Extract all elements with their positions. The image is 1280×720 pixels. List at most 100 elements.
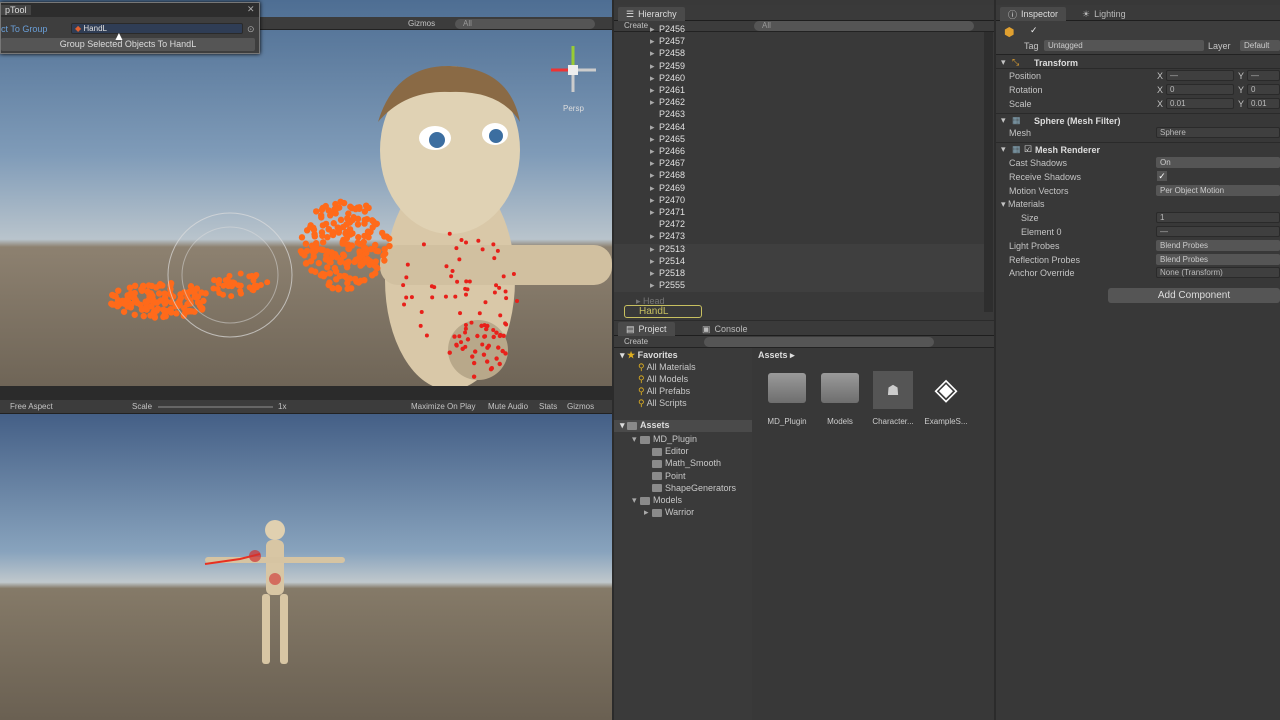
asset-tree-item[interactable]: Editor (644, 446, 689, 456)
meshrenderer-header[interactable]: ▾ ▦ ☑ Mesh Renderer (996, 142, 1280, 155)
tab-lighting[interactable]: ☀ Lighting (1074, 7, 1134, 21)
active-checkbox[interactable]: ✓ (1030, 25, 1038, 36)
hierarchy-scrollbar[interactable] (984, 32, 993, 312)
favorite-item[interactable]: ⚲ All Materials (638, 362, 696, 373)
scale-x-field[interactable]: 0.01 (1166, 98, 1234, 109)
hierarchy-item[interactable]: ▸ P2513 (614, 243, 984, 256)
hierarchy-item[interactable]: ▸ P2457 (614, 36, 984, 48)
reflection-probes-dropdown[interactable]: Blend Probes (1156, 254, 1280, 265)
expand-arrow-icon[interactable]: ▸ (650, 268, 655, 279)
expand-arrow-icon[interactable]: ▸ (650, 280, 655, 291)
hierarchy-item[interactable]: ▸ P2465 (614, 134, 984, 146)
expand-arrow-icon[interactable]: ▸ (650, 24, 655, 35)
scene-view[interactable]: Gizmos All Persp (0, 0, 612, 386)
hierarchy-item[interactable]: ▸ P2470 (614, 195, 984, 207)
expand-arrow-icon[interactable]: ▸ (650, 146, 655, 157)
expand-arrow-icon[interactable]: ▸ (650, 183, 655, 194)
persp-label[interactable]: Persp (563, 104, 584, 113)
project-breadcrumb[interactable]: Assets ▸ (758, 350, 795, 361)
scene-gizmos-button[interactable]: Gizmos (408, 19, 435, 28)
hierarchy-item[interactable]: ▸ P2464 (614, 122, 984, 134)
expand-arrow-icon[interactable]: ▸ (650, 195, 655, 206)
scale-slider[interactable] (158, 406, 273, 408)
mesh-field[interactable]: Sphere (1156, 127, 1280, 138)
scene-search-input[interactable]: All (455, 19, 595, 29)
expand-arrow-icon[interactable]: ▸ (650, 122, 655, 133)
tool-window-titlebar[interactable]: pTool ✕ (1, 3, 259, 17)
project-search-input[interactable] (704, 337, 934, 347)
hierarchy-item[interactable]: ▸ P2460 (614, 73, 984, 85)
expand-arrow-icon[interactable]: ▸ (650, 97, 655, 108)
tool-window[interactable]: pTool ✕ ct To Group ◆ HandL ⊙ Group Sele… (0, 2, 260, 54)
tab-project[interactable]: ▤ Project (618, 322, 675, 336)
receive-shadows-checkbox[interactable]: ✓ (1157, 171, 1167, 181)
maximize-on-play-toggle[interactable]: Maximize On Play (411, 402, 475, 411)
meshfilter-header[interactable]: ▾ ▦ Sphere (Mesh Filter) (996, 113, 1280, 126)
hierarchy-item[interactable]: P2463 (614, 109, 984, 121)
favorites-header[interactable]: ▾ ★ Favorites (620, 350, 678, 361)
asset-tree-item[interactable]: ShapeGenerators (644, 483, 736, 493)
expand-arrow-icon[interactable]: ▸ (650, 134, 655, 145)
game-view[interactable] (0, 414, 612, 720)
expand-arrow-icon[interactable]: ▸ (650, 85, 655, 96)
expand-arrow-icon[interactable]: ▾ (632, 495, 640, 506)
cast-shadows-dropdown[interactable]: On (1156, 157, 1280, 168)
meshrenderer-enabled-checkbox[interactable]: ☑ (1024, 144, 1032, 155)
expand-arrow-icon[interactable]: ▸ (650, 48, 655, 59)
asset-item-mdplugin[interactable]: MD_Plugin (764, 373, 810, 426)
favorite-item[interactable]: ⚲ All Prefabs (638, 386, 690, 397)
hierarchy-item[interactable]: P2472 (614, 219, 984, 231)
layer-dropdown[interactable]: Default (1240, 40, 1280, 51)
hierarchy-item[interactable]: ▸ P2467 (614, 158, 984, 170)
group-selected-button[interactable]: Group Selected Objects To HandL (1, 38, 255, 51)
asset-item-example-scene[interactable]: ◈ ExampleS... (923, 373, 969, 426)
hierarchy-selected-item[interactable]: HandL (624, 305, 702, 318)
rotation-y-field[interactable]: 0 (1247, 84, 1280, 95)
favorite-item[interactable]: ⚲ All Scripts (638, 398, 687, 409)
transform-header[interactable]: ▾ ⤡ Transform (996, 56, 1280, 69)
hierarchy-item[interactable]: ▸ P2555 (614, 280, 984, 293)
expand-arrow-icon[interactable]: ▸ (650, 36, 655, 47)
picker-icon[interactable]: ⊙ (247, 24, 255, 35)
expand-arrow-icon[interactable]: ▸ (650, 158, 655, 169)
tab-inspector[interactable]: ⓘ Inspector (1000, 7, 1067, 21)
hierarchy-item[interactable]: ▸ P2456 (614, 24, 984, 36)
scale-y-field[interactable]: 0.01 (1247, 98, 1280, 109)
assets-header[interactable]: ▾ Assets (614, 420, 752, 432)
asset-tree-item[interactable]: ▾ MD_Plugin (632, 434, 697, 445)
asset-tree-item[interactable]: Math_Smooth (644, 458, 721, 468)
motion-vectors-dropdown[interactable]: Per Object Motion (1156, 185, 1280, 196)
position-y-field[interactable]: — (1247, 70, 1280, 81)
expand-arrow-icon[interactable]: ▾ (632, 434, 640, 445)
expand-arrow-icon[interactable]: ▸ (650, 73, 655, 84)
stats-toggle[interactable]: Stats (539, 402, 557, 411)
close-icon[interactable]: ✕ (247, 4, 255, 15)
hierarchy-item[interactable]: ▸ P2473 (614, 231, 984, 243)
hierarchy-item[interactable]: ▸ P2471 (614, 207, 984, 219)
anchor-override-field[interactable]: None (Transform) (1156, 267, 1280, 278)
light-probes-dropdown[interactable]: Blend Probes (1156, 240, 1280, 251)
size-field[interactable]: 1 (1156, 212, 1280, 223)
hierarchy-item[interactable]: ▸ P2461 (614, 85, 984, 97)
expand-arrow-icon[interactable]: ▸ (644, 507, 652, 518)
hierarchy-item[interactable]: ▸ P2514 (614, 255, 984, 268)
hierarchy-item[interactable]: ▸ P2469 (614, 183, 984, 195)
mute-audio-toggle[interactable]: Mute Audio (488, 402, 528, 411)
hierarchy-item[interactable]: ▸ P2466 (614, 146, 984, 158)
rotation-x-field[interactable]: 0 (1166, 84, 1234, 95)
asset-tree-item[interactable]: Point (644, 471, 686, 481)
hierarchy-item[interactable]: ▸ P2518 (614, 268, 984, 280)
tag-dropdown[interactable]: Untagged (1044, 40, 1204, 51)
tab-console[interactable]: ▣ Console (694, 322, 756, 336)
expand-arrow-icon[interactable]: ▸ (650, 244, 655, 255)
hierarchy-item[interactable]: ▸ P2462 (614, 97, 984, 109)
expand-arrow-icon[interactable]: ▸ (650, 231, 655, 242)
game-gizmos-button[interactable]: Gizmos (567, 402, 594, 411)
add-component-button[interactable]: Add Component (1108, 288, 1280, 303)
tool-target-field[interactable]: ◆ HandL (71, 23, 243, 34)
materials-label[interactable]: ▾ Materials (1001, 199, 1045, 210)
expand-arrow-icon[interactable]: ▸ (650, 207, 655, 218)
expand-arrow-icon[interactable]: ▸ (650, 61, 655, 72)
scene-orientation-gizmo[interactable] (546, 44, 600, 94)
tab-hierarchy[interactable]: ☰ Hierarchy (618, 7, 685, 21)
